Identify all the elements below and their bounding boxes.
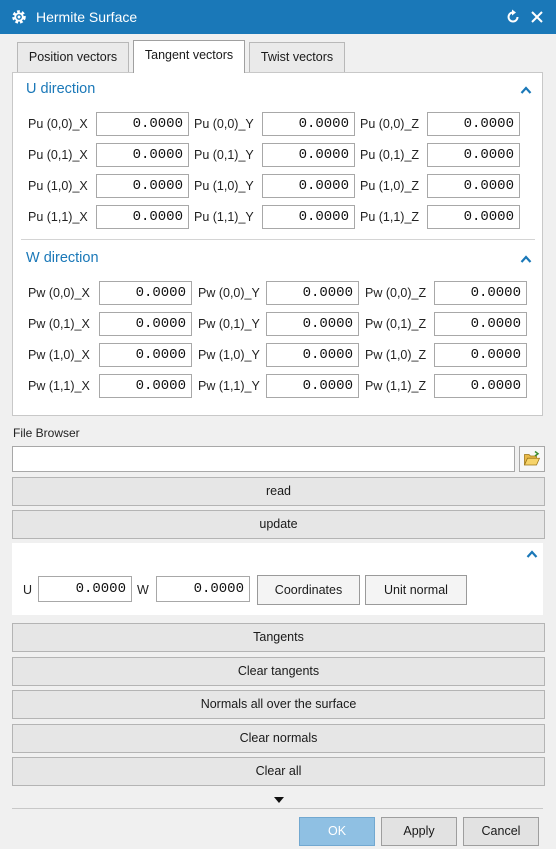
update-button[interactable]: update [12, 510, 545, 539]
w-coordinate-label: W [137, 583, 149, 597]
u-direction-component-label: Pu (1,1)_Z [360, 210, 420, 224]
u-direction-component-input[interactable] [262, 205, 355, 229]
w-direction-component-label: Pw (1,0)_Y [198, 348, 260, 362]
w-direction-title: W direction [26, 250, 99, 266]
tab-twist-vectors[interactable]: Twist vectors [249, 42, 345, 72]
w-direction-component-input[interactable] [266, 343, 359, 367]
u-direction-component-input[interactable] [96, 143, 189, 167]
w-direction-component-input[interactable] [434, 312, 527, 336]
w-direction-component-label: Pw (0,1)_Z [365, 317, 427, 331]
read-button[interactable]: read [12, 477, 545, 506]
u-direction-component-input[interactable] [96, 112, 189, 136]
u-direction-component-input[interactable] [96, 205, 189, 229]
coordinates-button[interactable]: Coordinates [257, 575, 360, 605]
tab-position-vectors[interactable]: Position vectors [17, 42, 129, 72]
u-direction-component-label: Pu (0,0)_X [28, 117, 88, 131]
tab-tangent-vectors[interactable]: Tangent vectors [133, 40, 245, 73]
u-direction-component-label: Pu (1,0)_Y [194, 179, 254, 193]
w-direction-component-input[interactable] [266, 281, 359, 305]
tangent-vectors-panel: U direction Pu (0,0)_X Pu (0,0)_Y Pu (0,0)… [12, 72, 543, 416]
window-title: Hermite Surface [36, 9, 138, 25]
u-direction-title: U direction [26, 81, 96, 97]
apply-button[interactable]: Apply [381, 817, 457, 846]
folder-open-button[interactable] [519, 446, 545, 472]
u-direction-component-label: Pu (1,1)_X [28, 210, 88, 224]
u-direction-component-label: Pu (0,0)_Z [360, 117, 420, 131]
u-coordinate-input[interactable] [38, 576, 132, 602]
u-direction-component-label: Pu (1,0)_Z [360, 179, 420, 193]
u-direction-component-label: Pu (1,1)_Y [194, 210, 254, 224]
clear-all-button[interactable]: Clear all [12, 757, 545, 786]
w-direction-component-input[interactable] [99, 374, 192, 398]
w-direction-component-label: Pw (1,0)_Z [365, 348, 427, 362]
group-separator [21, 239, 535, 240]
unit-normal-button[interactable]: Unit normal [365, 575, 467, 605]
w-direction-component-input[interactable] [99, 343, 192, 367]
ok-button[interactable]: OK [299, 817, 375, 846]
u-direction-component-input[interactable] [262, 112, 355, 136]
w-direction-component-input[interactable] [266, 374, 359, 398]
u-direction-component-input[interactable] [427, 112, 520, 136]
w-direction-component-input[interactable] [434, 343, 527, 367]
title-bar: Hermite Surface [0, 0, 556, 34]
normals-all-over-surface-button[interactable]: Normals all over the surface [12, 690, 545, 719]
w-direction-component-label: Pw (0,0)_Y [198, 286, 260, 300]
w-coordinate-input[interactable] [156, 576, 250, 602]
u-direction-component-label: Pu (0,1)_Z [360, 148, 420, 162]
w-direction-component-label: Pw (1,1)_Z [365, 379, 427, 393]
w-direction-component-input[interactable] [99, 281, 192, 305]
u-direction-component-label: Pu (0,1)_Y [194, 148, 254, 162]
u-coordinate-label: U [23, 583, 33, 597]
w-direction-component-input[interactable] [99, 312, 192, 336]
cancel-button[interactable]: Cancel [463, 817, 539, 846]
u-direction-component-input[interactable] [262, 143, 355, 167]
footer-separator [12, 808, 543, 809]
close-icon[interactable] [529, 9, 545, 25]
u-direction-component-input[interactable] [427, 143, 520, 167]
w-direction-component-label: Pw (1,1)_X [28, 379, 90, 393]
w-direction-component-input[interactable] [434, 374, 527, 398]
chevron-down-icon[interactable] [274, 797, 284, 803]
w-direction-component-label: Pw (0,0)_X [28, 286, 90, 300]
u-direction-component-input[interactable] [427, 174, 520, 198]
collapse-w-direction-icon[interactable] [520, 254, 532, 264]
u-direction-component-label: Pu (1,0)_X [28, 179, 88, 193]
u-direction-component-label: Pu (0,1)_X [28, 148, 88, 162]
u-direction-component-input[interactable] [427, 205, 520, 229]
u-direction-component-input[interactable] [96, 174, 189, 198]
clear-normals-button[interactable]: Clear normals [12, 724, 545, 753]
w-direction-component-input[interactable] [434, 281, 527, 305]
collapse-u-direction-icon[interactable] [520, 85, 532, 95]
folder-open-icon [523, 450, 541, 466]
clear-tangents-button[interactable]: Clear tangents [12, 657, 545, 686]
u-direction-component-label: Pu (0,0)_Y [194, 117, 254, 131]
w-direction-component-label: Pw (1,1)_Y [198, 379, 260, 393]
w-direction-component-label: Pw (0,0)_Z [365, 286, 427, 300]
file-browser-label: File Browser [13, 426, 80, 440]
w-direction-component-label: Pw (0,1)_X [28, 317, 90, 331]
file-path-input[interactable] [12, 446, 515, 472]
collapse-coordinates-icon[interactable] [526, 549, 538, 559]
w-direction-component-input[interactable] [266, 312, 359, 336]
w-direction-component-label: Pw (1,0)_X [28, 348, 90, 362]
w-direction-component-label: Pw (0,1)_Y [198, 317, 260, 331]
reset-icon[interactable] [505, 9, 521, 25]
tangents-button[interactable]: Tangents [12, 623, 545, 652]
u-direction-component-input[interactable] [262, 174, 355, 198]
gear-icon[interactable] [10, 8, 28, 26]
coordinates-group: U W Coordinates Unit normal [12, 543, 543, 615]
